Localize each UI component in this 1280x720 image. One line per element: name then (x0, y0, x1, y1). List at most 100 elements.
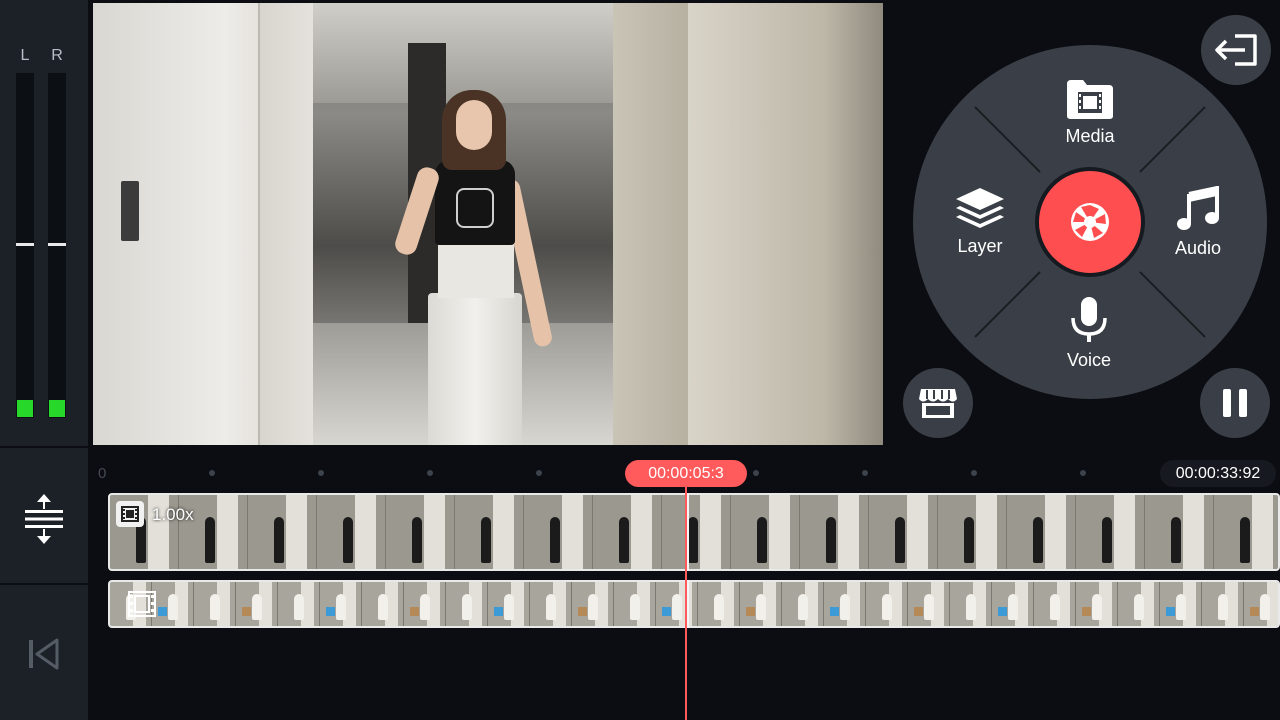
thumbnail-figure (336, 594, 346, 620)
thumbnail-prop (578, 607, 587, 616)
thumbnail-figure (840, 594, 850, 620)
preview-wall-right (688, 3, 883, 445)
thumbnail-figure (757, 517, 767, 563)
thumbnail-pillar (424, 495, 445, 569)
voice-label: Voice (1066, 350, 1112, 370)
clip-speed-label: 1.00x (152, 505, 194, 524)
thumbnail-frame (938, 495, 1007, 569)
ruler-tick (536, 470, 542, 476)
thumbnail-prop (1250, 607, 1259, 616)
thumbnail-frame (278, 582, 320, 626)
ruler-tick (318, 470, 324, 476)
main-track-frames (110, 495, 1278, 569)
thumbnail-figure (688, 517, 698, 563)
thumbnail-figure (1240, 517, 1250, 563)
audio-meter: L R (0, 0, 88, 448)
thumbnail-pillar (838, 495, 859, 569)
thumbnail-pillar (1114, 495, 1135, 569)
person-pants (428, 293, 522, 445)
thumbnail-frame (152, 582, 194, 626)
thumbnail-figure (1008, 594, 1018, 620)
thumbnail-frame (320, 582, 362, 626)
camera-shutter-icon (1071, 203, 1109, 241)
thumbnail-prop (1082, 607, 1091, 616)
thumbnail-figure (882, 594, 892, 620)
store-icon (919, 389, 957, 418)
capture-button[interactable] (1035, 167, 1145, 277)
layer-clip-badge (128, 590, 156, 618)
audio-button[interactable]: Audio (1153, 186, 1243, 259)
skip-to-start-button[interactable] (0, 587, 88, 720)
right-channel-meter (48, 73, 66, 418)
layer-video-track[interactable] (108, 580, 1280, 628)
thumbnail-pillar (976, 495, 997, 569)
thumbnail-figure (252, 594, 262, 620)
ruler-start-label: 0 (98, 465, 107, 482)
thumbnail-frame (866, 582, 908, 626)
right-peak-marker (48, 243, 66, 246)
media-folder-icon (1067, 80, 1113, 119)
thumbnail-pillar (355, 495, 376, 569)
thumbnail-frame (698, 582, 740, 626)
thumbnail-frame (404, 582, 446, 626)
thumbnail-frame (1244, 582, 1278, 626)
music-note-icon (1177, 186, 1219, 230)
right-channel-label: R (51, 47, 63, 64)
track-height-button[interactable] (0, 455, 88, 585)
thumbnail-figure (619, 517, 629, 563)
person-face (456, 100, 492, 150)
main-video-track[interactable]: 1.00x (108, 493, 1280, 571)
thumbnail-pillar (1183, 495, 1204, 569)
person-top (438, 238, 514, 298)
pause-icon (1223, 389, 1247, 417)
thumbnail-pillar (700, 495, 721, 569)
thumbnail-frame (572, 582, 614, 626)
thumbnail-frame (992, 582, 1034, 626)
media-button[interactable]: Media (1045, 78, 1135, 147)
voice-button[interactable]: Voice (1044, 296, 1134, 371)
thumbnail-frame (662, 495, 731, 569)
layer-label: Layer (957, 236, 1003, 256)
right-level-bar (49, 400, 65, 417)
layer-button[interactable]: Layer (935, 186, 1025, 257)
audio-label: Audio (1174, 238, 1222, 258)
timeline[interactable]: 0 1.00x 00:00:05:3 00:00:33:92 (88, 455, 1280, 720)
thumbnail-figure (630, 594, 640, 620)
thumbnail-frame (1214, 495, 1278, 569)
thumbnail-figure (964, 517, 974, 563)
thumbnail-prop (410, 607, 419, 616)
thumbnail-figure (420, 594, 430, 620)
thumbnail-prop (914, 607, 923, 616)
thumbnail-frame (1034, 582, 1076, 626)
thumbnail-figure (924, 594, 934, 620)
left-peak-marker (16, 243, 34, 246)
thumbnail-figure (378, 594, 388, 620)
thumbnail-frame (530, 582, 572, 626)
thumbnail-figure (966, 594, 976, 620)
pause-button[interactable] (1200, 368, 1270, 438)
thumbnail-pillar (562, 495, 583, 569)
thumbnail-prop (662, 607, 671, 616)
thumbnail-frame (908, 582, 950, 626)
film-icon (121, 506, 139, 522)
total-time-badge: 00:00:33:92 (1160, 460, 1276, 487)
thumbnail-pillar (286, 495, 307, 569)
ruler-tick (862, 470, 868, 476)
thumbnail-frame (593, 495, 662, 569)
thumbnail-figure (1134, 594, 1144, 620)
thumbnail-prop (830, 607, 839, 616)
video-preview[interactable] (93, 3, 883, 445)
thumbnail-pillar (1045, 495, 1066, 569)
preview-pillar (613, 3, 688, 445)
thumbnail-frame (317, 495, 386, 569)
thumbnail-figure (462, 594, 472, 620)
thumbnail-figure (588, 594, 598, 620)
ruler-tick (971, 470, 977, 476)
left-channel-label: L (20, 47, 30, 64)
thumbnail-frame (731, 495, 800, 569)
asset-store-button[interactable] (903, 368, 973, 438)
thumbnail-figure (1260, 594, 1270, 620)
thumbnail-frame (1202, 582, 1244, 626)
playhead[interactable] (685, 485, 687, 720)
thumbnail-frame (488, 582, 530, 626)
